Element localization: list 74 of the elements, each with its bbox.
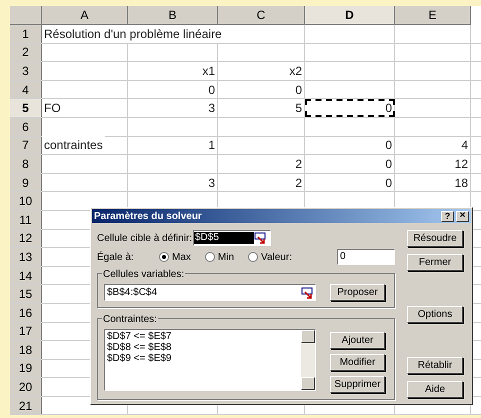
dialog-button[interactable]: Rétablir [407,357,463,374]
row-header[interactable]: 1 [10,25,42,43]
constraint-button[interactable]: Ajouter [330,332,385,349]
cell-value: 1 [207,137,216,154]
row-header[interactable]: 6 [10,118,42,136]
constraint-button[interactable]: Supprimer [330,376,385,393]
cell-value: 18 [454,174,469,192]
constraints-list[interactable]: $D$7 <= $E$7 $D$8 <= $E$8 $D$9 <= $E$9 [104,329,316,391]
dialog-button[interactable]: Fermer [407,254,463,271]
constraint-button[interactable]: Modifier [330,354,385,371]
collapse-dialog-icon[interactable] [254,232,266,244]
close-button[interactable]: × [456,210,469,222]
cell-value: x2 [288,62,303,80]
row-header[interactable]: 15 [10,285,42,303]
list-item[interactable]: $D$9 <= $E$9 [107,353,299,364]
cell-value: 0 [384,156,393,173]
list-item[interactable]: $D$8 <= $E$8 [107,342,299,353]
cell-value: 0 [384,137,393,154]
row-header[interactable]: 21 [10,396,42,414]
dialog-button[interactable]: Options [407,306,463,322]
row-header[interactable]: 17 [10,322,42,340]
cell-value: 2 [294,156,303,173]
row-header[interactable]: 2 [10,44,42,62]
dialog-button[interactable]: Résoudre [407,230,463,247]
cell-value: 5 [294,100,303,118]
propose-button[interactable]: Proposer [330,284,385,301]
scrollbar[interactable] [301,330,315,390]
value-field[interactable]: 0 [337,249,395,265]
radio-button[interactable]: Valeur: [248,250,292,264]
row-header[interactable]: 20 [10,378,42,396]
row-header[interactable]: 9 [10,174,42,192]
column-header[interactable]: A [42,6,128,25]
target-cell-field[interactable]: $D$5 [193,230,271,246]
radio-button[interactable]: Min [204,250,234,264]
help-button[interactable]: ? [441,210,454,222]
row-header[interactable]: 16 [10,304,42,322]
row-header[interactable]: 10 [10,192,42,210]
cell-value: 3 [207,100,216,118]
row-header[interactable]: 8 [10,155,42,173]
row-header[interactable]: 11 [10,210,42,229]
dialog-title: Paramètres du solveur [94,210,202,224]
row-header[interactable]: 14 [10,266,42,284]
column-header[interactable]: B [128,6,218,25]
column-header[interactable]: D [305,6,395,25]
field-label: Égale à: [97,250,135,264]
row-header[interactable]: 18 [10,341,42,359]
cell-text: Résolution d'un problème linéaire [42,24,224,43]
cell-value: 2 [294,174,303,192]
cell-value: 0 [384,100,393,118]
cell-value: x1 [201,62,216,80]
list-item[interactable]: $D$7 <= $E$7 [107,331,299,342]
cell-value: 4 [460,137,469,154]
row-header[interactable]: 4 [10,80,42,98]
row-header[interactable]: 5 [10,99,42,117]
cell-value: 3 [207,174,216,192]
collapse-dialog-icon[interactable] [301,286,313,298]
row-header[interactable]: 12 [10,230,42,248]
row-header[interactable]: 3 [10,62,42,80]
scroll-down-button[interactable] [301,377,315,390]
row-header[interactable]: 19 [10,360,42,378]
cell-value: 0 [207,82,216,99]
row-header[interactable]: 13 [10,248,42,266]
cell-value: 0 [384,174,393,192]
cell-value: 0 [294,82,303,99]
dialog-button[interactable]: Aide [407,381,463,398]
field-label: Cellule cible à définir: [97,232,193,246]
row-header[interactable]: 7 [10,136,42,154]
cell-value: 12 [454,156,469,173]
corner-header [10,6,42,25]
variable-cells-field[interactable]: $B$4:$C$4 [104,284,316,301]
scroll-up-button[interactable] [301,330,315,343]
column-header[interactable]: E [395,6,471,25]
radio-button[interactable]: Max [159,250,191,264]
column-header[interactable]: C [218,6,305,25]
